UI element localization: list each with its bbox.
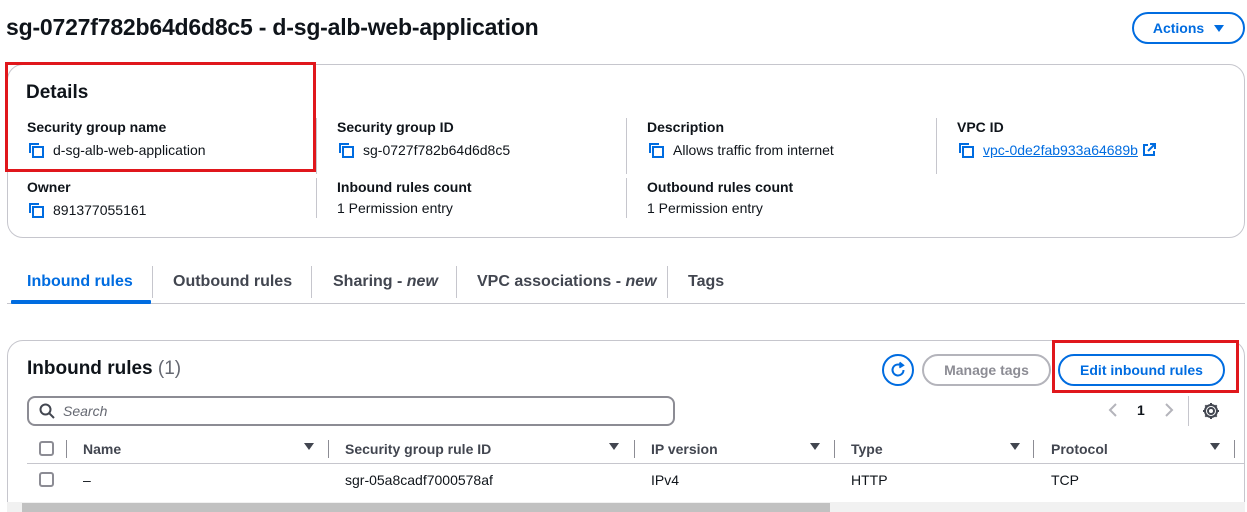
- cell-name: –: [83, 472, 91, 488]
- column-separator: [1234, 440, 1235, 458]
- tab-new-badge: new: [625, 273, 657, 290]
- sort-caret-icon[interactable]: [1210, 443, 1220, 450]
- column-separator: [1033, 440, 1034, 458]
- column-header-name[interactable]: Name: [83, 434, 121, 464]
- tab-new-badge: new: [406, 273, 438, 290]
- field-vpc-id: VPC ID vpc-0de2fab933a64689b: [957, 119, 1156, 159]
- external-link-icon[interactable]: [1142, 143, 1156, 157]
- vpc-id-label: VPC ID: [957, 119, 1004, 135]
- inbound-rules-heading: Inbound rules: [27, 358, 153, 379]
- tab-label: Inbound rules: [27, 273, 133, 290]
- owner-label: Owner: [27, 179, 71, 195]
- details-divider: [936, 118, 937, 174]
- copy-icon[interactable]: [647, 141, 665, 159]
- field-description: Description Allows traffic from internet: [647, 119, 834, 159]
- chevron-right-icon[interactable]: [1163, 402, 1175, 418]
- sort-caret-icon[interactable]: [810, 443, 820, 450]
- cell-ip-version: IPv4: [651, 472, 680, 488]
- inbound-rules-title: Inbound rules (1): [27, 358, 181, 380]
- cell-type: HTTP: [851, 472, 888, 488]
- page-number[interactable]: 1: [1137, 402, 1145, 418]
- security-group-name-value: d-sg-alb-web-application: [53, 142, 206, 158]
- tab-sharing[interactable]: Sharing - new: [313, 264, 458, 300]
- field-security-group-id: Security group ID sg-0727f782b64d6d8c5: [337, 119, 510, 159]
- tab-label: Outbound rules: [173, 273, 293, 290]
- column-separator: [66, 440, 67, 458]
- search-input[interactable]: [63, 403, 643, 419]
- row-checkbox[interactable]: [39, 472, 54, 487]
- tab-outbound-rules[interactable]: Outbound rules: [153, 264, 312, 300]
- column-header-ip-version[interactable]: IP version: [651, 434, 718, 464]
- security-group-id-value: sg-0727f782b64d6d8c5: [363, 142, 511, 158]
- description-label: Description: [647, 119, 725, 135]
- settings-gear-icon[interactable]: [1201, 401, 1221, 421]
- tab-vpc-associations[interactable]: VPC associations - new: [457, 264, 677, 300]
- column-separator: [834, 440, 835, 458]
- sort-caret-icon[interactable]: [304, 443, 314, 450]
- copy-icon[interactable]: [27, 201, 45, 219]
- page-title: sg-0727f782b64d6d8c5 - d-sg-alb-web-appl…: [6, 14, 539, 40]
- refresh-icon: [891, 361, 905, 377]
- details-divider: [626, 178, 627, 218]
- details-divider: [316, 118, 317, 174]
- copy-icon[interactable]: [27, 141, 45, 159]
- caret-down-icon: [1214, 24, 1225, 32]
- security-group-id-label: Security group ID: [337, 119, 454, 135]
- field-inbound-rules-count: Inbound rules count 1 Permission entry: [337, 179, 472, 216]
- scrollbar-thumb[interactable]: [22, 503, 830, 512]
- cell-rule-id: sgr-05a8cadf7000578af: [345, 472, 493, 488]
- column-separator: [328, 440, 329, 458]
- copy-icon[interactable]: [337, 141, 355, 159]
- search-field[interactable]: [27, 396, 675, 426]
- tab-tags[interactable]: Tags: [668, 264, 744, 300]
- column-separator: [634, 440, 635, 458]
- sort-caret-icon[interactable]: [609, 443, 619, 450]
- tab-label: Tags: [688, 273, 725, 290]
- refresh-button[interactable]: [882, 354, 914, 386]
- chevron-left-icon[interactable]: [1107, 402, 1119, 418]
- search-icon: [39, 403, 55, 419]
- tab-separator: [311, 266, 312, 298]
- column-header-rule-id[interactable]: Security group rule ID: [345, 434, 491, 464]
- manage-tags-button[interactable]: Manage tags: [922, 354, 1051, 386]
- highlight-box-edit: [1052, 340, 1239, 393]
- field-owner: Owner 891377055161: [27, 179, 146, 219]
- outbound-rules-count-label: Outbound rules count: [647, 179, 794, 195]
- actions-button-label: Actions: [1152, 20, 1205, 36]
- field-outbound-rules-count: Outbound rules count 1 Permission entry: [647, 179, 793, 216]
- sort-caret-icon[interactable]: [1010, 443, 1020, 450]
- pager-separator: [1188, 396, 1189, 426]
- outbound-rules-count-value: 1 Permission entry: [647, 200, 763, 216]
- cell-protocol: TCP: [1051, 472, 1079, 488]
- owner-value: 891377055161: [53, 202, 147, 218]
- column-header-protocol[interactable]: Protocol: [1051, 434, 1108, 464]
- details-divider: [316, 178, 317, 218]
- inbound-rules-count-value: 1 Permission entry: [337, 200, 453, 216]
- column-header-type[interactable]: Type: [851, 434, 883, 464]
- security-group-name-label: Security group name: [27, 119, 167, 135]
- inbound-rules-count-label: Inbound rules count: [337, 179, 472, 195]
- field-security-group-name: Security group name d-sg-alb-web-applica…: [27, 119, 206, 159]
- select-all-checkbox[interactable]: [39, 441, 54, 456]
- vpc-id-link[interactable]: vpc-0de2fab933a64689b: [983, 142, 1138, 158]
- tab-label: Sharing -: [333, 273, 407, 290]
- tab-label: VPC associations -: [477, 273, 626, 290]
- description-value: Allows traffic from internet: [673, 142, 834, 158]
- inbound-rules-count: (1): [157, 358, 182, 379]
- copy-icon[interactable]: [957, 141, 975, 159]
- details-divider: [626, 118, 627, 174]
- actions-button[interactable]: Actions: [1132, 12, 1245, 44]
- tab-inbound-rules[interactable]: Inbound rules: [7, 264, 153, 300]
- active-tab-indicator: [11, 300, 151, 304]
